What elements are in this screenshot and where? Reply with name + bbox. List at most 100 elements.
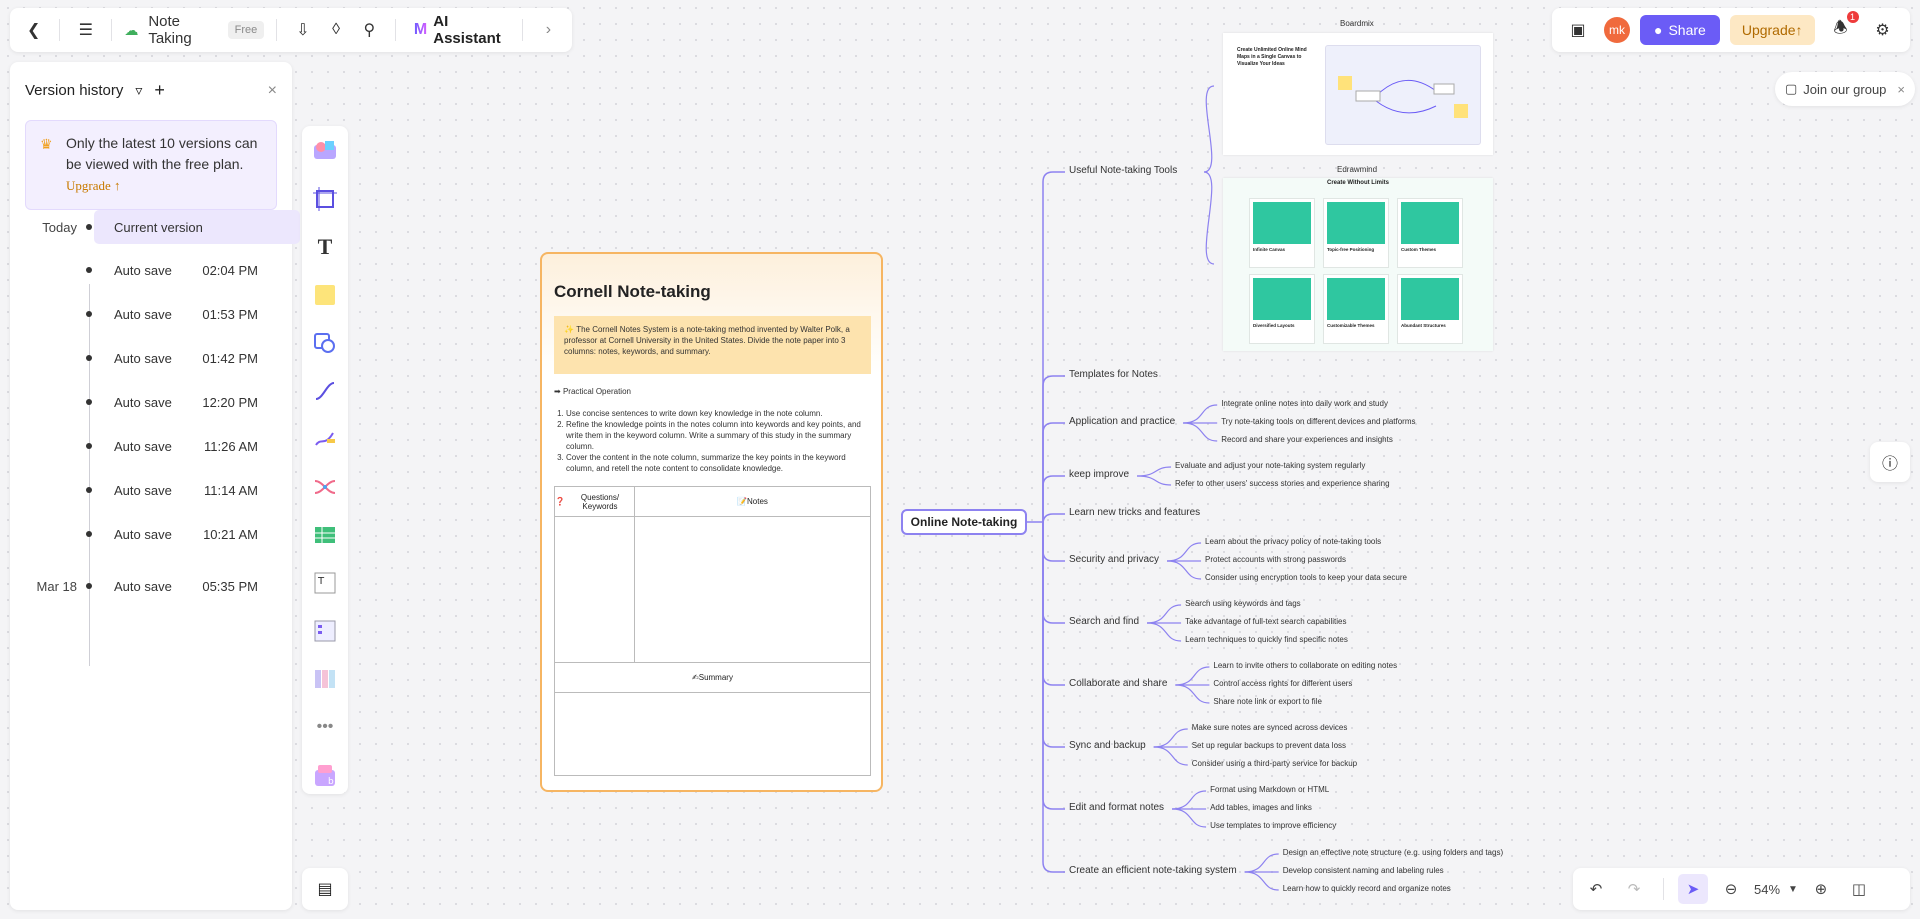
shape-icon[interactable] (309, 326, 341, 360)
connector-icon[interactable] (309, 374, 341, 408)
mindmap-branch[interactable]: Collaborate and share (1069, 678, 1167, 689)
mindmap-subtopic[interactable]: Integrate online notes into daily work a… (1221, 399, 1388, 408)
edraw-card-title: Create Without Limits (1327, 180, 1389, 186)
mindmap-branch[interactable]: Templates for Notes (1069, 369, 1158, 380)
zoom-level[interactable]: 54% (1754, 882, 1780, 897)
chevron-right-icon[interactable]: › (535, 14, 562, 46)
text-icon[interactable]: T (309, 230, 341, 264)
version-label: Auto save (114, 394, 172, 410)
chevron-down-icon[interactable]: ▼ (1788, 884, 1798, 895)
mindmap-subtopic[interactable]: Record and share your experiences and in… (1221, 435, 1393, 444)
mindmap-subtopic[interactable]: Consider using a third-party service for… (1192, 759, 1357, 768)
briefcase-icon[interactable]: ▣ (1562, 14, 1594, 46)
mindmap-subtopic[interactable]: Protect accounts with strong passwords (1205, 555, 1346, 564)
join-group-banner[interactable]: ▢ Join our group × (1775, 72, 1915, 106)
tag-icon[interactable]: ◊ (322, 14, 349, 46)
share-button[interactable]: ● Share (1640, 15, 1720, 45)
mindmap-branch[interactable]: Security and privacy (1069, 554, 1159, 565)
mindmap-subtopic[interactable]: Develop consistent naming and labeling r… (1283, 866, 1444, 875)
kanban-icon[interactable] (309, 662, 341, 696)
export-icon[interactable]: ⇩ (289, 14, 316, 46)
mindmap-branch[interactable]: Sync and backup (1069, 740, 1146, 751)
version-item[interactable]: Auto save 10:21 AM (25, 517, 295, 551)
mindmap-branch[interactable]: Edit and format notes (1069, 802, 1164, 813)
pen-icon[interactable] (309, 422, 341, 456)
mindmap-subtopic[interactable]: Search using keywords and tags (1185, 599, 1301, 608)
version-item[interactable]: Auto save 11:26 AM (25, 429, 295, 463)
mindmap-subtopic[interactable]: Control access rights for different user… (1213, 679, 1352, 688)
more-icon[interactable]: ••• (309, 710, 341, 744)
mindmap-branch[interactable]: keep improve (1069, 469, 1129, 480)
mindmap-subtopic[interactable]: Share note link or export to file (1213, 697, 1322, 706)
zoom-in-icon[interactable]: ⊕ (1806, 874, 1836, 904)
mindmap-subtopic[interactable]: Use templates to improve efficiency (1210, 821, 1336, 830)
mindmap-subtopic[interactable]: Take advantage of full-text search capab… (1185, 617, 1346, 626)
apps-icon[interactable]: b (309, 758, 341, 792)
cornell-note-card[interactable]: Cornell Note-taking ✨ The Cornell Notes … (540, 252, 883, 792)
mindmap-icon[interactable] (309, 470, 341, 504)
version-item[interactable]: Auto save 11:14 AM (25, 473, 295, 507)
mindmap-subtopic[interactable]: Learn to invite others to collaborate on… (1213, 661, 1397, 670)
mindmap-subtopic[interactable]: Add tables, images and links (1210, 803, 1312, 812)
notes-label: Notes (747, 497, 768, 506)
connector (1042, 522, 1065, 686)
close-icon[interactable]: × (268, 82, 277, 100)
minimap-button[interactable]: ▤ (302, 868, 348, 910)
boardmix-image[interactable]: Create Unlimited Online Mind Maps in a S… (1223, 33, 1493, 155)
upgrade-link[interactable]: Upgrade ↑ (66, 175, 264, 196)
version-item[interactable]: Mar 18 Auto save 05:35 PM (25, 569, 295, 603)
edrawmind-image[interactable]: Create Without Limits Infinite Canvas Top… (1223, 178, 1493, 351)
mindmap-subtopic[interactable]: Learn how to quickly record and organize… (1283, 884, 1451, 893)
ai-assistant-button[interactable]: M AI Assistant (408, 13, 510, 47)
mindmap-subtopic[interactable]: Make sure notes are synced across device… (1192, 723, 1348, 732)
close-icon[interactable]: × (1897, 82, 1905, 97)
mindmap-root-node[interactable]: Online Note-taking (901, 509, 1027, 535)
table-icon[interactable] (309, 518, 341, 552)
mindmap-subtopic[interactable]: Learn about the privacy policy of note-t… (1205, 537, 1381, 546)
version-item[interactable]: Auto save 02:04 PM (25, 253, 295, 287)
template-icon[interactable] (309, 134, 341, 168)
bell-icon[interactable]: 🕭 1 (1825, 11, 1859, 46)
document-title[interactable]: Note Taking (148, 13, 215, 47)
mindmap-subtopic[interactable]: Learn techniques to quickly find specifi… (1185, 635, 1348, 644)
upgrade-button[interactable]: Upgrade ↑ (1729, 15, 1815, 45)
version-label: Auto save (114, 350, 172, 366)
back-icon[interactable]: ❮ (20, 14, 47, 46)
menu-icon[interactable]: ☰ (72, 14, 99, 46)
select-pointer-icon[interactable]: ➤ (1678, 874, 1708, 904)
add-icon[interactable]: + (154, 80, 165, 101)
mindmap-branch[interactable]: Useful Note-taking Tools (1069, 165, 1177, 176)
mindmap-subtopic[interactable]: Evaluate and adjust your note-taking sys… (1175, 461, 1365, 470)
mindmap-branch[interactable]: Create an efficient note-taking system (1069, 865, 1237, 876)
book-icon[interactable]: ◫ (1844, 874, 1874, 904)
version-history-header: Version history ▿ + × (25, 80, 277, 101)
mindmap-branch[interactable]: Learn new tricks and features (1069, 507, 1200, 518)
mindmap-branch[interactable]: Application and practice (1069, 416, 1175, 427)
version-item[interactable]: Auto save 01:53 PM (25, 297, 295, 331)
text-box-icon[interactable]: T (309, 566, 341, 600)
info-button[interactable]: ⓘ (1870, 442, 1910, 482)
list-icon[interactable] (309, 614, 341, 648)
zoom-out-icon[interactable]: ⊖ (1716, 874, 1746, 904)
sticky-note-icon[interactable] (309, 278, 341, 312)
redo-icon[interactable]: ↷ (1619, 874, 1649, 904)
frame-icon[interactable] (309, 182, 341, 216)
version-item[interactable]: Auto save 12:20 PM (25, 385, 295, 419)
mindmap-branch[interactable]: Search and find (1069, 616, 1139, 627)
mindmap-subtopic[interactable]: Refer to other users' success stories an… (1175, 479, 1390, 488)
mindmap-subtopic[interactable]: Consider using encryption tools to keep … (1205, 573, 1407, 582)
undo-icon[interactable]: ↶ (1581, 874, 1611, 904)
version-item[interactable]: Auto save 01:42 PM (25, 341, 295, 375)
mindmap-subtopic[interactable]: Set up regular backups to prevent data l… (1192, 741, 1346, 750)
version-item-current[interactable]: Today Current version (25, 210, 300, 244)
boardmix-preview (1325, 45, 1481, 145)
settings-icon[interactable]: ⚙ (1867, 14, 1899, 46)
filter-icon[interactable]: ▿ (135, 82, 142, 99)
share-label: Share (1668, 22, 1706, 38)
mindmap-subtopic[interactable]: Design an effective note structure (e.g.… (1283, 848, 1503, 857)
mindmap-subtopic[interactable]: Try note-taking tools on different devic… (1221, 417, 1415, 426)
keywords-label: Questions/ Keywords (580, 492, 620, 511)
mindmap-subtopic[interactable]: Format using Markdown or HTML (1210, 785, 1329, 794)
search-icon[interactable]: ⚲ (356, 14, 383, 46)
avatar[interactable]: mk (1604, 17, 1630, 43)
